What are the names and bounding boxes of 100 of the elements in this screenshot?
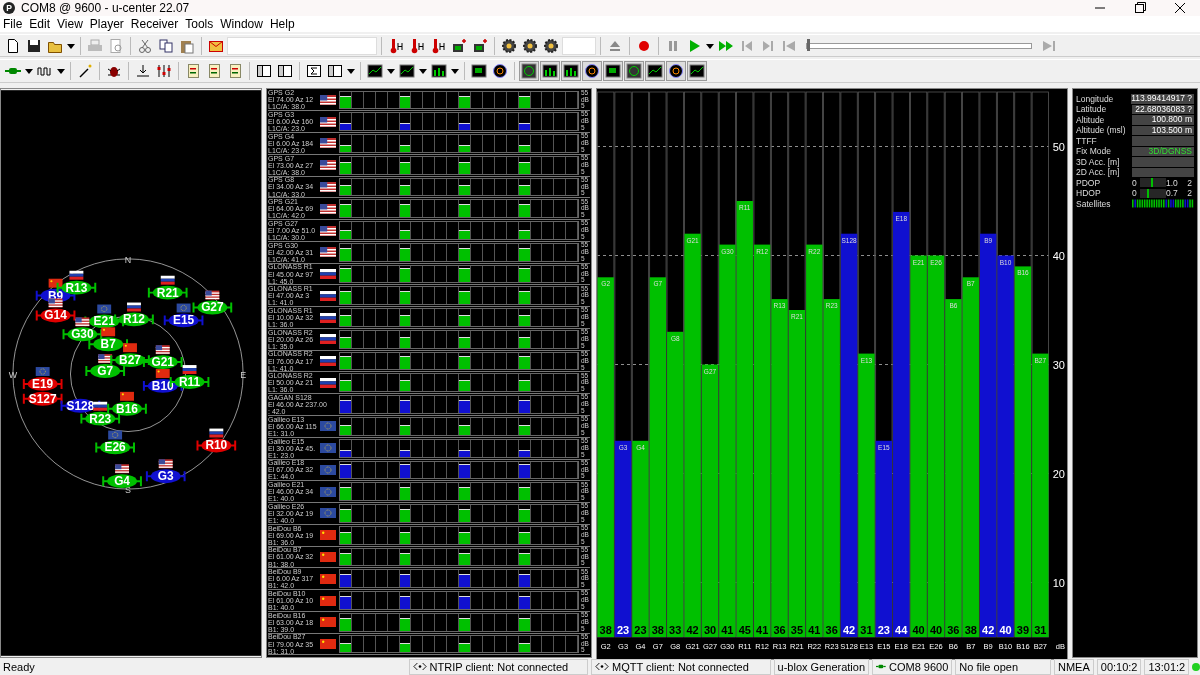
- flag-icon: [320, 94, 336, 105]
- gear-icon[interactable]: [499, 36, 519, 55]
- info-label: Altitude (msl): [1076, 125, 1127, 136]
- axis-tick-label: 30: [1052, 358, 1065, 371]
- status-field: Ready: [0, 659, 406, 674]
- line-graph-icon[interactable]: [645, 60, 665, 81]
- value-label: 40: [999, 623, 1012, 636]
- screen-icon[interactable]: [603, 60, 623, 81]
- flag-icon: [48, 298, 63, 308]
- app-logo-icon: P: [3, 2, 15, 15]
- axis-tick-label: 10: [1052, 576, 1065, 589]
- bar-graph-icon[interactable]: [561, 60, 581, 81]
- gear-icon[interactable]: [541, 36, 561, 55]
- value-label: 36: [773, 623, 786, 636]
- value-label: 40: [929, 623, 943, 636]
- flag-icon: [120, 391, 134, 401]
- info-label: HDOP: [1076, 188, 1102, 199]
- value-label: 42: [686, 623, 699, 636]
- axis-tick-label: 20: [1052, 467, 1065, 480]
- info-value: 3D/DGNSS: [1132, 146, 1194, 157]
- gauge-max-label: 2: [1187, 188, 1193, 199]
- axis-tick-label: 40: [1052, 249, 1065, 262]
- value-label: 42: [982, 623, 995, 636]
- menu-item[interactable]: Receiver: [129, 17, 185, 32]
- menu-item[interactable]: Player: [88, 17, 130, 32]
- target-icon[interactable]: [666, 60, 686, 81]
- flag-icon: [205, 290, 220, 300]
- gauge-min-label: 0: [1132, 188, 1138, 199]
- toolbar-field[interactable]: [227, 36, 377, 55]
- menu-item[interactable]: Tools: [184, 17, 220, 32]
- target-icon[interactable]: [582, 60, 602, 81]
- sky-view-icon[interactable]: [519, 60, 539, 81]
- info-label: Satellites: [1076, 198, 1112, 209]
- menu-item[interactable]: File: [2, 17, 29, 32]
- flag-icon: [155, 344, 170, 354]
- line-graph-icon[interactable]: [687, 60, 707, 81]
- status-field: NTRIP client: Not connected: [408, 658, 589, 675]
- axis-tick-label: 50: [1052, 140, 1065, 153]
- menu-item[interactable]: Help: [268, 17, 301, 32]
- flag-icon: [320, 312, 336, 323]
- bar-graph-icon[interactable]: [429, 61, 449, 80]
- value-label: 45: [738, 623, 751, 636]
- flag-icon: [320, 617, 336, 628]
- flag-icon: [182, 364, 197, 374]
- value-label: 41: [808, 623, 821, 636]
- flag-icon: [97, 304, 112, 313]
- signal-waves-icon: [412, 662, 427, 672]
- menu-item[interactable]: View: [56, 17, 89, 32]
- flag-icon: [320, 225, 336, 236]
- flag-icon: [123, 342, 137, 352]
- flag-icon: [115, 463, 129, 473]
- flag-icon: [320, 116, 336, 127]
- flag-icon: [320, 443, 336, 454]
- flag-icon: [320, 356, 336, 367]
- flag-icon: [48, 278, 63, 288]
- compass-label: W: [8, 369, 18, 380]
- gauge-value: 0.7: [1166, 188, 1179, 199]
- menu-item[interactable]: Window: [219, 17, 269, 32]
- signal-waves-icon: [595, 662, 610, 672]
- flag-icon: [35, 366, 50, 376]
- target-icon[interactable]: [490, 61, 510, 80]
- info-value: 22.68036083 ?: [1132, 104, 1194, 115]
- flag-icon: [158, 458, 173, 468]
- flag-icon: [320, 464, 336, 475]
- value-label: 23: [877, 623, 890, 636]
- screen-icon[interactable]: [469, 61, 489, 80]
- flag-icon: [320, 595, 336, 606]
- flag-icon: [320, 269, 336, 280]
- value-label: 23: [634, 623, 647, 636]
- line-graph-icon[interactable]: [365, 61, 385, 80]
- value-label: 36: [947, 623, 960, 636]
- flag-icon: [320, 421, 336, 432]
- value-label: 23: [616, 623, 630, 636]
- flag-icon: [320, 639, 336, 650]
- menu-item[interactable]: Edit: [28, 17, 57, 32]
- flag-icon: [320, 138, 336, 149]
- value-label: 30: [703, 623, 717, 636]
- status-field: No file open: [955, 658, 1051, 675]
- flag-icon: [98, 353, 113, 363]
- flag-icon: [101, 326, 116, 336]
- playback-slider[interactable]: [806, 42, 1032, 49]
- value-label: 41: [756, 623, 769, 636]
- info-label: Fix Mode: [1076, 146, 1112, 157]
- bar-graph-icon[interactable]: [540, 60, 560, 81]
- gear-icon[interactable]: [520, 36, 540, 55]
- value-label: 42: [842, 623, 856, 636]
- flag-icon: [320, 552, 336, 562]
- flag-icon: [320, 334, 336, 345]
- flag-icon: [127, 302, 141, 311]
- compass-label: E: [240, 369, 247, 380]
- toolbar-field[interactable]: [562, 36, 596, 55]
- flag-icon: [160, 275, 175, 285]
- flag-icon: [320, 486, 336, 497]
- line-graph-icon[interactable]: [397, 61, 417, 80]
- info-label: Altitude: [1076, 114, 1106, 125]
- flag-icon: [155, 368, 170, 378]
- sky-view-icon[interactable]: [624, 60, 644, 81]
- flag-icon: [320, 530, 336, 541]
- copy-icon[interactable]: [156, 36, 176, 55]
- value-label: 44: [895, 623, 908, 636]
